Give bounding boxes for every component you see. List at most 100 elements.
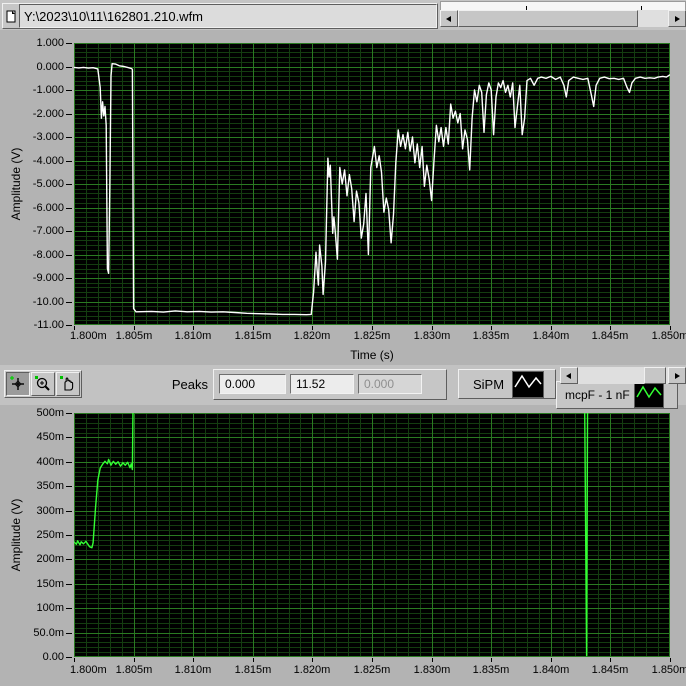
y-tick-label: 0.000 [36, 61, 64, 73]
y-tick-label: 1.000 [36, 37, 64, 49]
x-tick-label: 1.825m [353, 664, 391, 676]
x-tick-label: 1.840m [532, 330, 570, 342]
file-path-control[interactable]: Y:\2023\10\11\162801.210.wfm [2, 3, 438, 29]
y-tickmark [66, 462, 72, 463]
legend-sipm[interactable]: SiPM [458, 369, 556, 399]
scrollbar-thumb[interactable] [644, 367, 666, 384]
crosshair-icon [10, 376, 24, 390]
y-tickmark [66, 584, 72, 585]
x-tick-label: 1.840m [532, 664, 570, 676]
arrow-right-icon[interactable] [668, 367, 686, 384]
y-tickmark [66, 90, 72, 91]
x-tick-label: 1.850m [651, 330, 686, 342]
x-tickmark [253, 658, 254, 662]
zoom-icon [35, 376, 50, 391]
y-tick-label: -1.000 [32, 84, 64, 96]
file-browse-icon[interactable] [3, 4, 19, 28]
zoom-button[interactable] [31, 372, 55, 396]
scrollbar-track[interactable] [578, 367, 668, 384]
peak-value-field-1[interactable] [219, 374, 286, 394]
y-tickmark [66, 184, 72, 185]
mcp-waveform-chart: 500m 450m 400m 350m 300m 250m 200m 150m 100m 50.0… [0, 405, 686, 686]
arrow-left-icon[interactable] [560, 367, 578, 384]
y-tick-label: 100m [36, 602, 64, 614]
plot-area[interactable] [74, 413, 670, 657]
x-axis-title: Time (s) [350, 348, 394, 362]
x-tickmark [610, 658, 611, 662]
x-tickmark [372, 658, 373, 662]
y-tickmark [66, 67, 72, 68]
x-tick-label: 1.845m [591, 330, 629, 342]
y-tickmark [66, 511, 72, 512]
x-tick-label: 1.835m [472, 664, 510, 676]
arrow-left-icon[interactable] [440, 10, 458, 27]
y-tickmark [66, 437, 72, 438]
y-tickmark [66, 302, 72, 303]
peak-value-field-2[interactable] [290, 374, 354, 394]
y-tick-label: 0.00 [42, 651, 64, 663]
sipm-waveform-chart: 1.000 0.000 -1.000 -2.000 -3.000 -4.000 -5.000… [0, 30, 686, 365]
y-tickmark [66, 657, 72, 658]
y-tick-label: -2.000 [32, 108, 64, 120]
y-tick-label: -8.000 [32, 249, 64, 261]
graph-toolbar: Peaks SiPM mcpF - 1 nF [0, 365, 686, 409]
y-tick-label: 50.0m [33, 627, 64, 639]
x-tick-label: 1.820m [293, 664, 331, 676]
y-tickmark [66, 208, 72, 209]
peak-value-field-3-disabled [358, 374, 422, 394]
y-tickmark [66, 486, 72, 487]
x-tick-label: 1.810m [174, 330, 212, 342]
y-tickmark [66, 161, 72, 162]
y-tick-label: 450m [36, 431, 64, 443]
x-tickmark [551, 658, 552, 662]
y-tick-label: -9.000 [32, 272, 64, 284]
legend-mcp[interactable]: mcpF - 1 nF [556, 381, 678, 409]
x-tickmark [193, 658, 194, 662]
y-axis-title: Amplitude (V) [9, 498, 23, 572]
x-tick-label: 1.845m [591, 664, 629, 676]
top-slider-scroll-assembly [440, 1, 686, 28]
peaks-fields-panel [213, 369, 447, 400]
y-tickmark [66, 231, 72, 232]
x-tickmark [134, 658, 135, 662]
legend-mcp-label: mcpF - 1 nF [565, 388, 630, 402]
top-scrollbar[interactable] [440, 10, 686, 27]
y-tickmark [66, 559, 72, 560]
waveform-icon-green[interactable] [633, 382, 664, 408]
file-path-text[interactable]: Y:\2023\10\11\162801.210.wfm [19, 4, 437, 28]
y-tickmark [66, 535, 72, 536]
y-tickmark [66, 633, 72, 634]
y-tick-label: -10.00 [32, 296, 64, 308]
pan-hand-icon [60, 376, 74, 391]
y-tickmark [66, 137, 72, 138]
x-tickmark [74, 658, 75, 662]
scrollbar-thumb[interactable] [458, 10, 638, 27]
y-tickmark [66, 278, 72, 279]
x-tickmark [432, 658, 433, 662]
channel-scrollbar[interactable] [560, 367, 686, 384]
x-tickmark [491, 658, 492, 662]
y-tickmark [66, 608, 72, 609]
cursor-crosshair-button[interactable] [6, 372, 30, 396]
scrollbar-track[interactable] [458, 10, 668, 27]
y-tickmark [66, 255, 72, 256]
waveform-icon-white[interactable] [512, 370, 545, 398]
plot-area[interactable] [74, 43, 670, 325]
x-tick-label: 1.850m [651, 664, 686, 676]
y-tickmark [66, 43, 72, 44]
x-tickmark [670, 658, 671, 662]
legend-sipm-label: SiPM [473, 376, 505, 392]
peaks-label: Peaks [171, 377, 208, 392]
x-tick-label: 1.815m [234, 664, 272, 676]
x-tick-label: 1.830m [413, 664, 451, 676]
y-tickmark [66, 114, 72, 115]
x-tick-label: 1.820m [293, 330, 331, 342]
graph-tool-palette [4, 370, 82, 398]
x-tick-label: 1.810m [174, 664, 212, 676]
pan-button[interactable] [56, 372, 80, 396]
x-tick-label: 1.805m [115, 330, 153, 342]
arrow-right-icon[interactable] [668, 10, 686, 27]
x-tick-label: 1.805m [115, 664, 153, 676]
y-tickmark [66, 413, 72, 414]
x-tickmark [312, 658, 313, 662]
